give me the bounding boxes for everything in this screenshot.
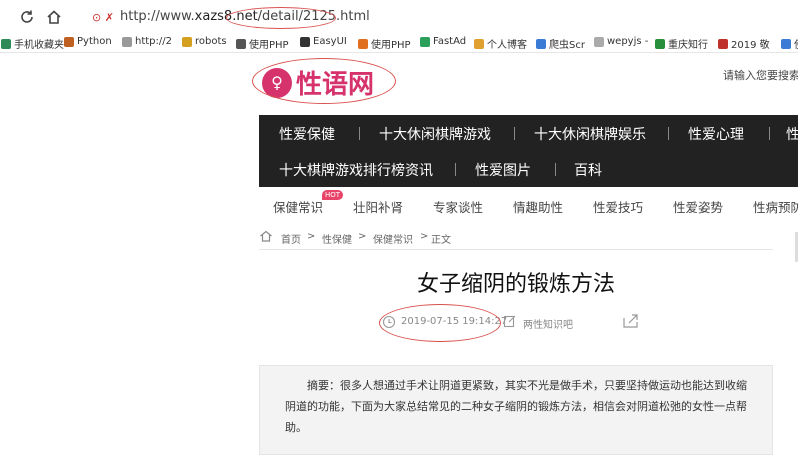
bookmark-item[interactable]: FastAd bbox=[420, 36, 466, 47]
nav-separator bbox=[769, 127, 770, 140]
article-author[interactable]: 两性知识吧 bbox=[523, 316, 573, 331]
site-info-icon[interactable]: ⊙ ✗ bbox=[92, 11, 114, 24]
subnav-item[interactable]: 壮阳补肾 bbox=[353, 197, 403, 216]
search-input[interactable]: 请输入您要搜索 bbox=[723, 67, 798, 83]
home-icon[interactable] bbox=[45, 8, 63, 26]
annotation-circle-logo bbox=[252, 58, 396, 104]
bookmark-favicon-icon bbox=[236, 38, 246, 49]
bookmark-favicon-icon bbox=[536, 38, 546, 49]
article-summary: 摘要：很多人想通过手术让阴道更紧致，其实不光是做手术，只要坚持做运动也能达到收缩… bbox=[259, 365, 773, 455]
bookmark-favicon-icon bbox=[594, 36, 604, 47]
bookmark-label: 重庆知行 bbox=[668, 40, 708, 51]
breadcrumb: 首页 > 性保健 > 保健常识 > 正文 bbox=[259, 227, 773, 250]
nav-item[interactable]: 性爱图片 bbox=[475, 160, 531, 180]
nav-item[interactable]: 十大棋牌游戏排行榜资讯 bbox=[279, 160, 433, 180]
bookmark-label: EasyUI bbox=[313, 36, 347, 47]
nav-row-1: 性爱保健 十大休闲棋牌游戏 十大休闲棋牌娱乐 性爱心理 性 bbox=[259, 115, 798, 151]
bookmark-label: http://2 bbox=[135, 36, 172, 47]
bookmark-item[interactable]: 使 bbox=[781, 36, 798, 51]
article-title: 女子缩阴的锻炼方法 bbox=[416, 272, 615, 297]
breadcrumb-home[interactable]: 首页 bbox=[281, 231, 301, 246]
bookmark-favicon-icon bbox=[420, 36, 430, 47]
bookmark-item[interactable]: 使用PHP bbox=[358, 36, 411, 51]
bookmark-favicon-icon bbox=[64, 36, 74, 47]
bookmarks-bar: 手机收藏夹 Python http://2 robots 使用PHP EasyUI 使用PH… bbox=[0, 34, 798, 53]
bookmark-item[interactable]: 重庆知行 bbox=[655, 36, 708, 51]
bookmark-item[interactable]: 个人博客 bbox=[474, 36, 527, 51]
nav-separator bbox=[555, 163, 556, 176]
bookmark-item[interactable]: 爬虫Scr bbox=[536, 36, 585, 51]
hot-badge: HOT bbox=[322, 190, 344, 200]
reload-icon[interactable] bbox=[18, 8, 36, 26]
share-icon[interactable] bbox=[622, 313, 640, 329]
bookmark-favicon-icon bbox=[358, 38, 368, 49]
subnav-item[interactable]: 保健常识 bbox=[273, 197, 323, 216]
bookmark-favicon-icon bbox=[781, 38, 791, 49]
bookmark-label: wepyjs - bbox=[607, 36, 649, 47]
subnav-item[interactable]: 情趣助性 bbox=[513, 197, 563, 216]
subnav-item[interactable]: 专家谈性 bbox=[433, 197, 483, 216]
browser-toolbar: ⊙ ✗ http://www.xazs8.net/detail/2125.htm… bbox=[0, 0, 798, 34]
bookmark-label: Python bbox=[77, 36, 112, 47]
home-icon bbox=[260, 230, 272, 242]
nav-item[interactable]: 性 bbox=[786, 124, 798, 144]
bookmark-item[interactable]: robots bbox=[182, 36, 227, 47]
bookmark-label: 爬虫Scr bbox=[549, 40, 585, 51]
bookmark-label: robots bbox=[195, 36, 227, 47]
nav-separator bbox=[455, 163, 456, 176]
bookmark-label: 个人博客 bbox=[487, 40, 527, 51]
bookmark-label: 使用PHP bbox=[249, 40, 289, 51]
breadcrumb-subcategory[interactable]: 保健常识 bbox=[373, 231, 413, 246]
bookmark-favicon-icon bbox=[718, 38, 728, 49]
bookmark-item[interactable]: 2019 敬 bbox=[718, 36, 770, 51]
bookmark-favicon-icon bbox=[122, 36, 132, 47]
bookmark-item[interactable]: Python bbox=[64, 36, 112, 47]
bookmark-label: 使 bbox=[794, 36, 798, 51]
bookmark-favicon-icon bbox=[1, 38, 11, 49]
breadcrumb-separator: > bbox=[307, 231, 316, 242]
bookmark-label: FastAd bbox=[433, 36, 467, 47]
bookmark-label: 使用PHP bbox=[371, 40, 411, 51]
bookmark-favicon-icon bbox=[182, 36, 192, 47]
breadcrumb-separator: > bbox=[358, 231, 367, 242]
edit-icon bbox=[503, 315, 516, 328]
annotation-circle-url bbox=[226, 7, 336, 29]
bookmark-favicon-icon bbox=[655, 38, 665, 49]
nav-separator bbox=[359, 127, 360, 140]
bookmark-item[interactable]: 手机收藏夹 bbox=[1, 36, 64, 51]
breadcrumb-category[interactable]: 性保健 bbox=[322, 231, 352, 246]
subnav-item[interactable]: 性爱姿势 bbox=[673, 197, 723, 216]
bookmark-favicon-icon bbox=[474, 38, 484, 49]
subnav-item[interactable]: 性病预防 bbox=[753, 197, 798, 216]
nav-separator bbox=[514, 127, 515, 140]
bookmark-item[interactable]: http://2 bbox=[122, 36, 172, 47]
breadcrumb-current: 正文 bbox=[431, 235, 451, 246]
nav-separator bbox=[668, 127, 669, 140]
nav-item[interactable]: 百科 bbox=[574, 160, 602, 180]
url-prefix: http://www. bbox=[120, 9, 195, 24]
annotation-circle-date bbox=[379, 304, 501, 342]
main-nav: 性爱保健 十大休闲棋牌游戏 十大休闲棋牌娱乐 性爱心理 性 十大棋牌游戏排行榜资… bbox=[259, 115, 798, 187]
bookmark-favicon-icon bbox=[300, 36, 310, 47]
bookmark-label: 2019 敬 bbox=[731, 40, 770, 51]
nav-item[interactable]: 性爱心理 bbox=[688, 124, 744, 144]
nav-row-2: 十大棋牌游戏排行榜资讯 性爱图片 百科 bbox=[259, 151, 798, 187]
bookmark-label: 手机收藏夹 bbox=[14, 40, 64, 51]
bookmark-item[interactable]: 使用PHP bbox=[236, 36, 289, 51]
subnav-item[interactable]: 性爱技巧 bbox=[593, 197, 643, 216]
breadcrumb-separator: > bbox=[420, 231, 429, 242]
bookmark-item[interactable]: wepyjs - bbox=[594, 36, 648, 47]
nav-item[interactable]: 性爱保健 bbox=[279, 124, 335, 144]
bookmark-item[interactable]: EasyUI bbox=[300, 36, 347, 47]
article-meta: 2019-07-15 19:14:27 两性知识吧 bbox=[259, 314, 773, 334]
nav-item[interactable]: 十大休闲棋牌娱乐 bbox=[534, 124, 646, 144]
nav-item[interactable]: 十大休闲棋牌游戏 bbox=[379, 124, 491, 144]
